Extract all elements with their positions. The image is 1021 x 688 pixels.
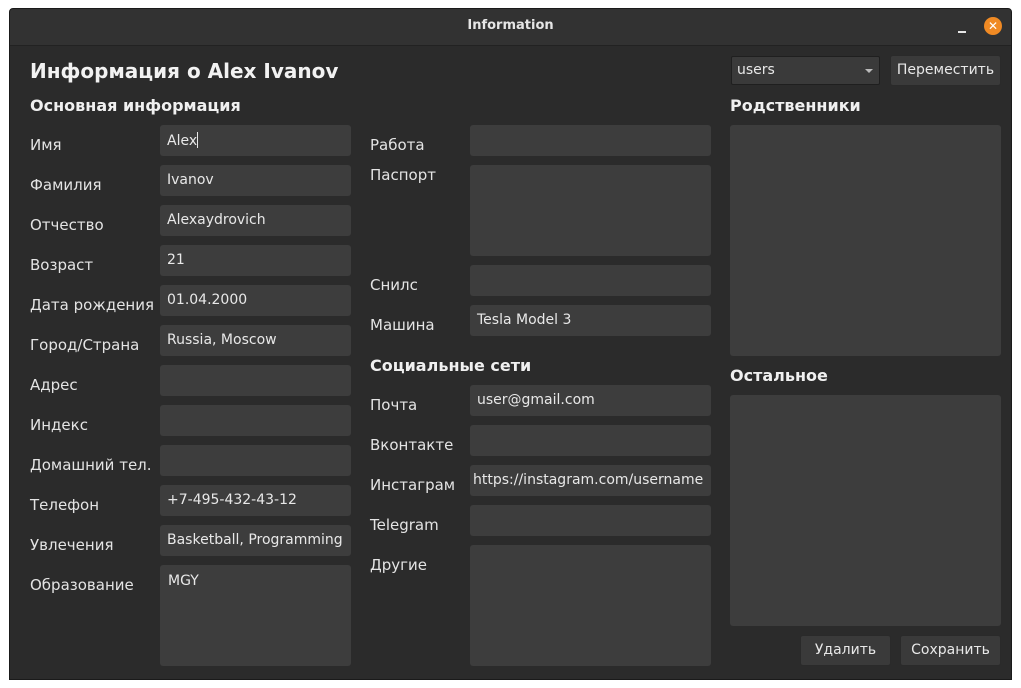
passport-label: Паспорт [370,166,436,184]
group-select-value: users [737,62,775,78]
address-label: Адрес [30,376,78,394]
group-select[interactable]: users [731,56,880,85]
snils-field[interactable] [470,265,711,296]
basic-info-heading: Основная информация [30,96,241,115]
instagram-field[interactable]: https://instagram.com/username [470,465,711,496]
vk-label: Вконтакте [370,436,454,454]
save-button[interactable]: Сохранить [900,635,1001,666]
car-label: Машина [370,316,435,334]
work-label: Работа [370,136,425,154]
chevron-down-icon [865,69,873,73]
last-name-label: Фамилия [30,176,102,194]
telegram-label: Telegram [370,516,439,534]
rest-heading: Остальное [730,366,828,385]
hobbies-field[interactable]: Basketball, Programming [160,525,351,556]
first-name-value: Alex [167,133,198,149]
text-cursor [197,132,199,148]
work-field[interactable] [470,125,711,156]
mail-label: Почта [370,396,418,414]
mail-field[interactable]: user@gmail.com [470,385,711,416]
postal-code-field[interactable] [160,405,351,436]
birth-date-label: Дата рождения [30,296,154,314]
patronymic-field[interactable]: Alexaydrovich [160,205,351,236]
telegram-field[interactable] [470,505,711,536]
relatives-field[interactable] [730,125,1001,356]
snils-label: Снилс [370,276,418,294]
hobbies-label: Увлечения [30,536,114,554]
education-label: Образование [30,576,134,594]
city-country-field[interactable]: Russia, Moscow [160,325,351,356]
age-label: Возраст [30,256,94,274]
address-field[interactable] [160,365,351,396]
social-heading: Социальные сети [370,356,532,375]
first-name-field[interactable]: Alex [160,125,351,156]
instagram-label: Инстаграм [370,476,456,494]
window-title: Information [467,18,554,33]
education-field[interactable]: MGY [160,565,351,666]
other-social-field[interactable] [470,545,711,666]
page-title: Информация о Alex Ivanov [30,59,339,83]
postal-code-label: Индекс [30,416,88,434]
delete-button[interactable]: Удалить [800,635,891,666]
rest-field[interactable] [730,395,1001,626]
home-phone-field[interactable] [160,445,351,476]
passport-field[interactable] [470,165,711,256]
home-phone-label: Домашний тел. [30,456,152,474]
birth-date-field[interactable]: 01.04.2000 [160,285,351,316]
close-icon[interactable]: ✕ [984,17,1002,35]
relatives-heading: Родственники [730,96,861,115]
other-social-label: Другие [370,556,427,574]
patronymic-label: Отчество [30,216,104,234]
title-bar: Information ✕ [10,9,1011,46]
vk-field[interactable] [470,425,711,456]
age-field[interactable]: 21 [160,245,351,276]
last-name-field[interactable]: Ivanov [160,165,351,196]
car-field[interactable]: Tesla Model 3 [470,305,711,336]
phone-label: Телефон [30,496,100,514]
city-country-label: Город/Страна [30,336,140,354]
move-button[interactable]: Переместить [890,55,1001,86]
phone-field[interactable]: +7-495-432-43-12 [160,485,351,516]
minimize-icon[interactable] [954,17,974,37]
first-name-label: Имя [30,136,62,154]
